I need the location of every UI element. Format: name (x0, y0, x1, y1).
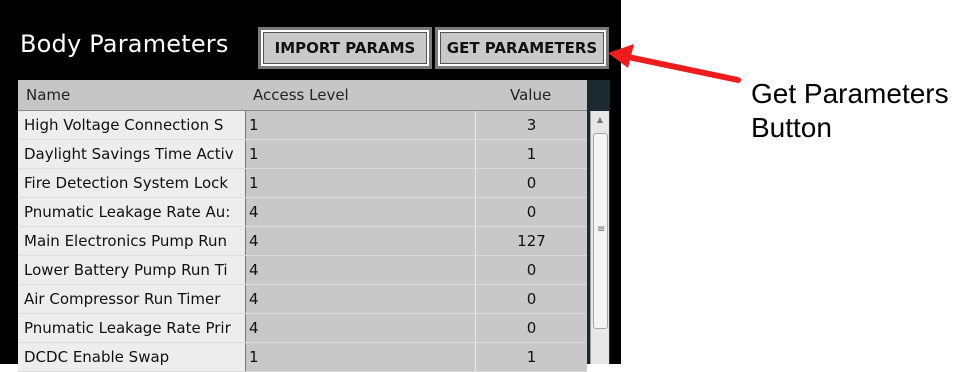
table-row[interactable]: DCDC Enable Swap 1 1 (18, 343, 587, 372)
cell-name: Lower Battery Pump Run Ti (18, 256, 246, 284)
cell-value: 127 (475, 227, 587, 255)
scroll-thumb[interactable]: ≡ (593, 133, 608, 329)
table-header: Name Access Level Value (18, 80, 587, 111)
cell-value: 1 (475, 343, 587, 371)
cell-name: Pnumatic Leakage Rate Au: (18, 198, 246, 226)
cell-access-level: 1 (246, 343, 475, 371)
get-parameters-button[interactable]: GET PARAMETERS (435, 27, 609, 69)
cell-value: 0 (475, 198, 587, 226)
table-row[interactable]: High Voltage Connection S13 (18, 111, 587, 140)
cell-access-level: 1 (246, 140, 475, 168)
table-row[interactable]: Lower Battery Pump Run Ti 4 0 (18, 256, 587, 285)
column-header-value[interactable]: Value (510, 86, 551, 104)
cell-value: 0 (475, 314, 587, 342)
cell-value: 0 (475, 256, 587, 284)
cell-access-level: 4 (246, 256, 475, 284)
cell-name: Pnumatic Leakage Rate Prir (18, 314, 246, 342)
vertical-scrollbar[interactable]: ▲ ≡ (590, 111, 609, 364)
annotation-label: Get Parameters Button (751, 77, 949, 145)
column-header-access-level[interactable]: Access Level (253, 86, 349, 104)
cell-access-level: 4 (246, 314, 475, 342)
annotation-line-2: Button (751, 112, 832, 143)
cell-name: DCDC Enable Swap (18, 343, 246, 371)
cell-value: 1 (475, 140, 587, 168)
parameters-table: Name Access Level Value High Voltage Con… (18, 80, 610, 372)
cell-value: 0 (475, 285, 587, 313)
cell-name: Fire Detection System Lock (18, 169, 246, 197)
table-row[interactable]: Pnumatic Leakage Rate Prir 4 0 (18, 314, 587, 343)
red-arrow-icon (608, 44, 741, 83)
cell-access-level: 1 (246, 169, 475, 197)
scroll-grip-icon: ≡ (597, 224, 606, 235)
table-row[interactable]: Main Electronics Pump Run 4 127 (18, 227, 587, 256)
body-parameters-panel: Body Parameters IMPORT PARAMS GET PARAME… (0, 0, 621, 372)
table-row[interactable]: Pnumatic Leakage Rate Au: 4 0 (18, 198, 587, 227)
column-header-name[interactable]: Name (26, 86, 70, 104)
cell-name: Daylight Savings Time Activ (18, 140, 246, 168)
cell-access-level: 4 (246, 227, 475, 255)
annotation-line-1: Get Parameters (751, 78, 949, 109)
table-row[interactable]: Daylight Savings Time Activ 1 1 (18, 140, 587, 169)
cell-access-level: 1 (246, 111, 475, 139)
cell-name: High Voltage Connection S (18, 111, 246, 139)
table-row[interactable]: Air Compressor Run Timer 4 0 (18, 285, 587, 314)
cell-value: 3 (475, 111, 587, 139)
scroll-up-arrow-icon[interactable]: ▲ (591, 111, 609, 129)
panel-title: Body Parameters (20, 30, 229, 58)
cell-name: Main Electronics Pump Run (18, 227, 246, 255)
cell-access-level: 4 (246, 198, 475, 226)
cell-value: 0 (475, 169, 587, 197)
cell-name: Air Compressor Run Timer (18, 285, 246, 313)
cell-access-level: 4 (246, 285, 475, 313)
table-body: High Voltage Connection S 1 3 Daylight Savi… (18, 111, 587, 372)
import-params-button[interactable]: IMPORT PARAMS (258, 27, 432, 69)
table-row[interactable]: Fire Detection System Lock 1 0 (18, 169, 587, 198)
